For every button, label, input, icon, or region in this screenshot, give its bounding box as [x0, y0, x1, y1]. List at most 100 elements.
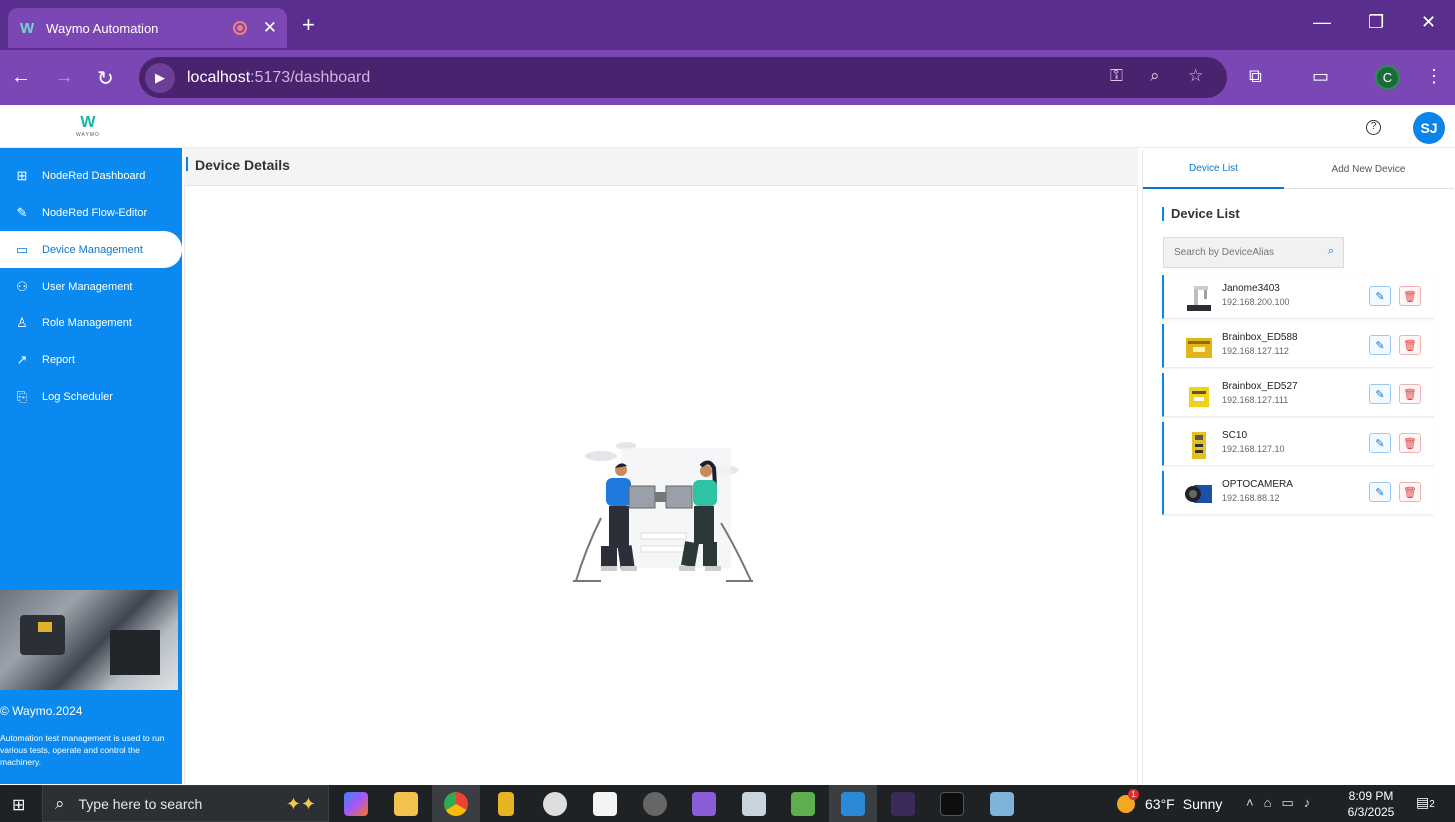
windows-taskbar: ⊞ ⌕ Type here to search ✦✦ 1 63°F Sunny …: [0, 785, 1455, 822]
reload-icon[interactable]: ↻: [97, 66, 114, 91]
profile-avatar[interactable]: C: [1375, 65, 1400, 90]
tab-title: Waymo Automation: [46, 20, 159, 36]
user-avatar[interactable]: SJ: [1413, 112, 1445, 144]
device-ip: 192.168.127.112: [1222, 346, 1289, 356]
user-management-icon: ⚇: [16, 278, 28, 294]
minimize-icon[interactable]: —: [1313, 12, 1331, 33]
notification-count: 2: [1429, 799, 1435, 810]
device-list-item[interactable]: Brainbox_ED588 192.168.127.112 ✎ 🗑: [1162, 324, 1434, 368]
sidebar-item-role-management[interactable]: ♙ Role Management: [0, 304, 182, 341]
window-close-icon[interactable]: ✕: [1421, 12, 1436, 33]
sidebar-item-user-management[interactable]: ⚇ User Management: [0, 268, 182, 305]
cmd-icon[interactable]: [940, 792, 964, 816]
taskbar-search-placeholder: Type here to search: [78, 795, 203, 812]
restore-icon[interactable]: ❐: [1368, 12, 1384, 33]
tab-add-new-device[interactable]: Add New Device: [1298, 150, 1439, 189]
app-icon-chart[interactable]: [791, 792, 815, 816]
taskbar-search[interactable]: ⌕ Type here to search ✦✦: [42, 785, 329, 822]
sidebar-item-label: Report: [42, 353, 76, 366]
sidebar-item-nodered-flow-editor[interactable]: ✎ NodeRed Flow-Editor: [0, 194, 182, 231]
edit-icon[interactable]: ✎: [1369, 433, 1391, 453]
back-icon[interactable]: ←: [11, 66, 31, 89]
sidebar-item-label: NodeRed Dashboard: [42, 169, 146, 182]
clock[interactable]: 8:09 PM 6/3/2025: [1336, 788, 1406, 820]
copilot-app-icon[interactable]: [344, 792, 368, 816]
clock-time: 8:09 PM: [1348, 789, 1394, 803]
edit-icon[interactable]: ✎: [1369, 384, 1391, 404]
camera-app-icon[interactable]: [543, 792, 567, 816]
weather-widget[interactable]: 1 63°F Sunny: [1117, 789, 1222, 813]
logo-subtext: WAYMO: [76, 132, 100, 138]
device-search-input[interactable]: [1174, 247, 1314, 258]
sidebar-item-label: Role Management: [42, 316, 132, 329]
delete-icon[interactable]: 🗑: [1399, 384, 1421, 404]
forward-icon[interactable]: →: [54, 66, 74, 89]
sidebar-item-label: User Management: [42, 280, 133, 293]
system-tray-icons[interactable]: ˄⌂▭♪: [1246, 795, 1320, 811]
visual-studio-icon[interactable]: [692, 792, 716, 816]
delete-icon[interactable]: 🗑: [1399, 433, 1421, 453]
device-name: Brainbox_ED527: [1222, 381, 1298, 392]
app-icon-circle[interactable]: [643, 792, 667, 816]
terminal-icon[interactable]: [891, 792, 915, 816]
zoom-icon[interactable]: ⌕: [1150, 66, 1160, 86]
help-icon[interactable]: ?: [1366, 120, 1381, 135]
device-list-item[interactable]: OPTOCAMERA 192.168.88.12 ✎ 🗑: [1162, 471, 1434, 515]
close-tab-icon[interactable]: ✕: [263, 18, 277, 38]
browser-tab[interactable]: W Waymo Automation ✕: [8, 8, 287, 48]
edit-icon[interactable]: ✎: [1369, 482, 1391, 502]
robot-arm-icon: [1187, 286, 1211, 311]
search-icon[interactable]: ⌕: [1328, 245, 1334, 258]
site-info-icon[interactable]: ▶: [145, 62, 175, 93]
machinery-photo: [0, 590, 178, 690]
bookmark-star-icon[interactable]: ☆: [1188, 66, 1203, 86]
sidebar-item-label: Device Management: [42, 243, 143, 256]
sidebar-item-label: Log Scheduler: [42, 390, 113, 403]
address-bar[interactable]: ▶ localhost:5173/dashboard ⚿ ⌕ ☆: [139, 57, 1227, 98]
chrome-icon[interactable]: [444, 792, 468, 816]
new-tab-icon[interactable]: +: [302, 12, 315, 38]
edit-icon[interactable]: ✎: [1369, 335, 1391, 355]
extensions-icon[interactable]: ⧉: [1249, 66, 1262, 87]
device-list-item[interactable]: Brainbox_ED527 192.168.127.111 ✎ 🗑: [1162, 373, 1434, 417]
sidebar-item-label: NodeRed Flow-Editor: [42, 206, 148, 219]
edit-icon[interactable]: ✎: [1369, 286, 1391, 306]
controller-icon: [1192, 432, 1206, 459]
sidebar-item-log-scheduler[interactable]: ⎘ Log Scheduler: [0, 378, 182, 415]
delete-icon[interactable]: 🗑: [1399, 286, 1421, 306]
device-list-item[interactable]: Janome3403 192.168.200.100 ✎ 🗑: [1162, 275, 1434, 319]
device-list-title: Device List: [1162, 207, 1240, 221]
app-icon-yellow[interactable]: [498, 792, 514, 816]
device-name: OPTOCAMERA: [1222, 479, 1293, 490]
browser-menu-icon[interactable]: ⋮: [1425, 66, 1443, 87]
copyright-text: © Waymo.2024: [0, 704, 83, 718]
role-icon: ♙: [16, 314, 28, 330]
waymo-logo[interactable]: W WAYMO: [76, 114, 100, 138]
notification-icon[interactable]: ▤2: [1416, 794, 1435, 811]
vscode-icon[interactable]: [841, 792, 865, 816]
device-list-panel: Device List Add New Device Device List ⌕…: [1142, 150, 1454, 784]
delete-icon[interactable]: 🗑: [1399, 482, 1421, 502]
url-host: localhost: [187, 68, 251, 86]
device-name: SC10: [1222, 430, 1248, 441]
app-header: [0, 105, 1455, 148]
device-list-item[interactable]: SC10 192.168.127.10 ✎ 🗑: [1162, 422, 1434, 466]
flow-editor-icon: ✎: [16, 204, 28, 220]
sidebar-item-report[interactable]: ↗ Report: [0, 341, 182, 378]
sidebar-item-device-management[interactable]: ▭ Device Management: [0, 231, 182, 268]
sidebar-description: Automation test management is used to ru…: [0, 733, 165, 767]
chart-icon: ↗: [16, 351, 28, 367]
windows-start-icon[interactable]: ⊞: [12, 795, 25, 815]
app-icon-window[interactable]: [742, 792, 766, 816]
app-icon-blue[interactable]: [990, 792, 1014, 816]
sidebar-item-nodered-dashboard[interactable]: ⊞ NodeRed Dashboard: [0, 157, 182, 194]
app-icon-cp[interactable]: [593, 792, 617, 816]
password-key-icon[interactable]: ⚿: [1110, 66, 1123, 86]
waymo-tab-icon: W: [20, 19, 35, 37]
file-explorer-icon[interactable]: [394, 792, 418, 816]
weather-temp: 63°F: [1145, 796, 1175, 812]
tab-search-icon[interactable]: ▭: [1312, 66, 1329, 87]
tab-device-list[interactable]: Device List: [1143, 150, 1284, 189]
device-ip: 192.168.127.111: [1222, 395, 1289, 405]
delete-icon[interactable]: 🗑: [1399, 335, 1421, 355]
